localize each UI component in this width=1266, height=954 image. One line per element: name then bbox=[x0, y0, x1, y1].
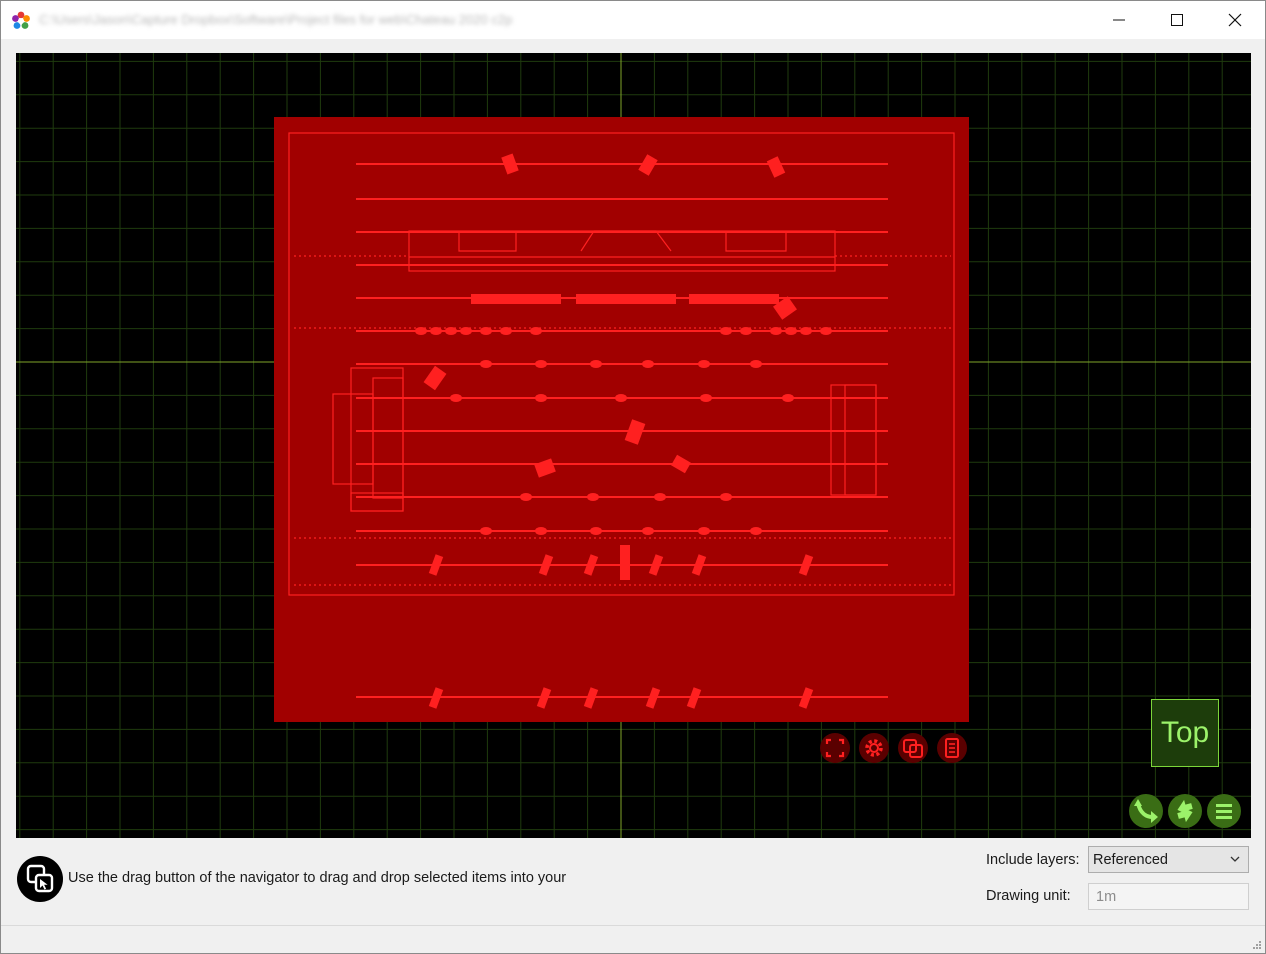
fit-view-icon bbox=[820, 733, 850, 763]
fixture-mark bbox=[480, 527, 492, 535]
maximize-icon bbox=[1171, 14, 1183, 26]
include-layers-value: Referenced bbox=[1093, 852, 1168, 868]
window-title: C:\Users\Jason\Capture Dropbox\Software\… bbox=[39, 12, 513, 27]
fixture-mark bbox=[698, 527, 710, 535]
fixture-mark bbox=[615, 394, 627, 402]
fixture-mark bbox=[820, 327, 832, 335]
selection-highlight bbox=[274, 117, 969, 722]
fixture-mark bbox=[698, 360, 710, 368]
drawing-unit-field: 1m bbox=[1088, 883, 1249, 910]
fixture-mark bbox=[782, 394, 794, 402]
fixture-mark bbox=[654, 493, 666, 501]
fixture-mark bbox=[590, 360, 602, 368]
drawing-unit-value: 1m bbox=[1096, 889, 1117, 905]
maximize-button[interactable] bbox=[1148, 1, 1206, 39]
fixture-mark bbox=[535, 360, 547, 368]
fixture-mark bbox=[770, 327, 782, 335]
menu-icon bbox=[1216, 804, 1232, 819]
fixture-mark bbox=[460, 327, 472, 335]
resize-grip-icon[interactable] bbox=[1252, 940, 1262, 950]
drawing-unit-label: Drawing unit: bbox=[986, 888, 1071, 904]
fixture-mark bbox=[535, 394, 547, 402]
close-button[interactable] bbox=[1206, 1, 1264, 39]
fixture-mark bbox=[740, 327, 752, 335]
settings-button[interactable] bbox=[858, 732, 890, 764]
fixture-mark bbox=[480, 327, 492, 335]
fixture-mark bbox=[590, 527, 602, 535]
fit-view-button[interactable] bbox=[819, 732, 851, 764]
fixture-mark bbox=[430, 327, 442, 335]
fixture-mark bbox=[480, 360, 492, 368]
drag-drop-button[interactable] bbox=[897, 732, 929, 764]
flip-view-button[interactable] bbox=[1168, 794, 1202, 828]
minimize-icon bbox=[1113, 19, 1125, 21]
settings-gear-icon bbox=[859, 733, 889, 763]
flip-arrows-icon bbox=[1177, 799, 1193, 823]
fixture-mark bbox=[785, 327, 797, 335]
view-menu-button[interactable] bbox=[1207, 794, 1241, 828]
app-window: C:\Users\Jason\Capture Dropbox\Software\… bbox=[0, 0, 1266, 954]
fixture-mark bbox=[750, 527, 762, 535]
3d-viewport[interactable]: Top bbox=[16, 53, 1251, 838]
close-icon bbox=[1228, 13, 1242, 27]
title-bar: C:\Users\Jason\Capture Dropbox\Software\… bbox=[1, 1, 1265, 39]
fixture-mark bbox=[642, 360, 654, 368]
fixture-mark bbox=[445, 327, 457, 335]
floor-plan-drawing[interactable] bbox=[16, 53, 1251, 838]
navigator-hint-text: Use the drag button of the navigator to … bbox=[68, 870, 567, 886]
navigator-drag-button[interactable] bbox=[17, 856, 63, 902]
list-button[interactable] bbox=[936, 732, 968, 764]
fixture-mark bbox=[700, 394, 712, 402]
app-logo-icon bbox=[12, 11, 30, 29]
list-icon bbox=[937, 733, 967, 763]
fixture-mark bbox=[750, 360, 762, 368]
fixture-mark bbox=[415, 327, 427, 335]
fixture-mark bbox=[535, 527, 547, 535]
rotate-view-button[interactable] bbox=[1129, 794, 1163, 828]
fixture-mark bbox=[642, 527, 654, 535]
fixture-mark bbox=[500, 327, 512, 335]
include-layers-dropdown[interactable]: Referenced bbox=[1088, 846, 1249, 873]
drag-drop-icon bbox=[26, 864, 54, 893]
include-layers-label: Include layers: bbox=[986, 852, 1080, 868]
fixture-mark bbox=[720, 493, 732, 501]
fixture-mark bbox=[587, 493, 599, 501]
minimize-button[interactable] bbox=[1090, 1, 1148, 39]
rotate-arrow-icon bbox=[1134, 799, 1158, 823]
fixture-mark bbox=[450, 394, 462, 402]
fixture-mark bbox=[800, 327, 812, 335]
view-orientation-label[interactable]: Top bbox=[1151, 699, 1219, 767]
fixture-mark bbox=[720, 327, 732, 335]
fixture-mark bbox=[520, 493, 532, 501]
drag-drop-icon bbox=[898, 733, 928, 763]
status-bar-divider bbox=[1, 925, 1265, 926]
chevron-down-icon bbox=[1230, 856, 1240, 862]
fixture-mark bbox=[530, 327, 542, 335]
